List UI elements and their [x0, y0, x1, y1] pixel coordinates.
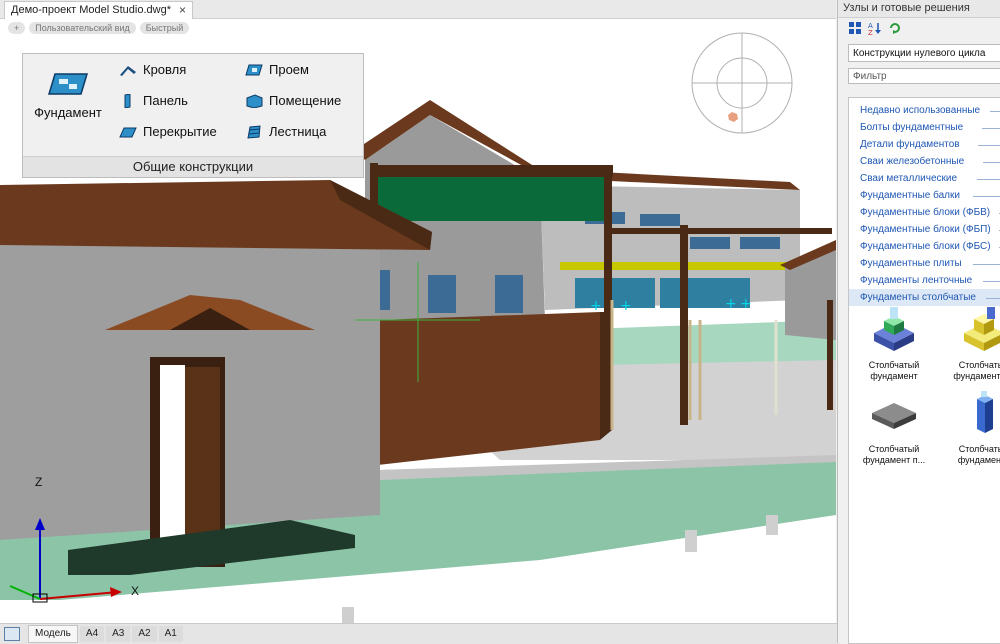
stair-button[interactable]: Лестница	[245, 124, 326, 139]
tab-a1[interactable]: A1	[158, 626, 183, 642]
solutions-panel: Узлы и готовые решения A Z Конструкции н…	[837, 0, 1000, 644]
solution-item-line2: фундамент	[870, 371, 918, 381]
solution-item-line2: фундамент_	[957, 455, 1000, 465]
category-list: Недавно использованные Болты фундаментны…	[848, 97, 1000, 644]
axis-label-z: Z	[35, 475, 43, 489]
foundation-button[interactable]: Фундамент	[27, 70, 109, 120]
solution-item-line1: Столбчатый	[958, 444, 1000, 454]
document-tab-title: Демо-проект Model Studio.dwg*	[11, 4, 171, 16]
column-foundation-icon	[874, 307, 914, 351]
solution-item[interactable]: Столбчатый фундамент Ос	[939, 305, 1000, 382]
solution-item-line2: фундамент Ос	[953, 371, 1000, 381]
category-anchor-bolts[interactable]: Болты фундаментные	[849, 119, 1000, 136]
tab-a4[interactable]: A4	[79, 626, 105, 642]
roof-button[interactable]: Кровля	[119, 62, 186, 77]
opening-button[interactable]: Проем	[245, 62, 309, 77]
ribbon-panel-body: Фундамент Кровля Проем Панель Помещение …	[23, 54, 363, 155]
ribbon-group-title: Общие конструкции	[23, 156, 363, 177]
foundation-icon	[47, 73, 89, 95]
category-metal-piles[interactable]: Сваи металлические	[849, 170, 1000, 187]
category-foundation-details[interactable]: Детали фундаментов	[849, 136, 1000, 153]
category-strip-foundations[interactable]: Фундаменты ленточные	[849, 272, 1000, 289]
filter-input[interactable]: Фильтр	[848, 68, 1000, 84]
solution-item[interactable]: Столбчатый фундамент_	[939, 389, 1000, 466]
category-column-foundations[interactable]: Фундаменты столбчатые	[849, 289, 1000, 306]
sort-az-icon[interactable]: A Z	[868, 21, 882, 35]
panel-label: Панель	[143, 93, 188, 108]
solution-item[interactable]: Столбчатый фундамент п...	[849, 389, 939, 466]
category-blocks-fbs[interactable]: Фундаментные блоки (ФБС)	[849, 238, 1000, 255]
document-tab[interactable]: Демо-проект Model Studio.dwg* ×	[4, 1, 193, 19]
panel-toolbar: A Z	[838, 18, 1000, 38]
svg-text:+: +	[725, 296, 737, 312]
tab-model[interactable]: Модель	[28, 625, 78, 643]
category-foundation-slabs[interactable]: Фундаментные плиты	[849, 255, 1000, 272]
foundation-label: Фундамент	[34, 105, 102, 120]
document-tab-strip: Демо-проект Model Studio.dwg* ×	[0, 0, 836, 19]
solution-item[interactable]: Столбчатый фундамент	[849, 305, 939, 382]
tab-a3[interactable]: A3	[106, 626, 131, 642]
visual-style-button[interactable]: Быстрый	[139, 22, 190, 34]
slab-label: Перекрытие	[143, 124, 217, 139]
room-icon	[246, 93, 263, 108]
opening-icon	[245, 64, 263, 75]
column-foundation-plate-icon	[872, 403, 916, 429]
svg-text:+: +	[740, 296, 752, 312]
viewport-controls: + Пользовательский вид Быстрый	[8, 22, 190, 34]
slab-button[interactable]: Перекрытие	[119, 124, 217, 139]
axis-label-x: X	[131, 584, 140, 598]
layouts-menu-icon[interactable]	[4, 627, 20, 641]
column-foundation-os-icon	[964, 307, 1000, 351]
column-foundation-tall-icon	[977, 391, 993, 433]
svg-text:+: +	[590, 298, 602, 314]
roof-icon	[120, 65, 136, 76]
solution-item-line1: Столбчатый	[868, 360, 920, 370]
stair-icon	[247, 124, 261, 139]
opening-label: Проем	[269, 62, 309, 77]
ucs-axis-icon	[9, 518, 122, 603]
category-select[interactable]: Конструкции нулевого цикла	[848, 44, 1000, 62]
solution-item-line2: фундамент п...	[862, 455, 926, 465]
category-concrete-piles[interactable]: Сваи железобетонные	[849, 153, 1000, 170]
panel-icon	[124, 93, 131, 108]
tab-a2[interactable]: A2	[132, 626, 157, 642]
slab-icon	[119, 127, 137, 137]
svg-text:Z: Z	[868, 29, 873, 35]
stair-label: Лестница	[269, 124, 327, 139]
refresh-icon[interactable]	[888, 21, 902, 35]
viewport-menu-button[interactable]: +	[8, 22, 26, 34]
category-recent[interactable]: Недавно использованные	[849, 102, 1000, 119]
category-foundation-beams[interactable]: Фундаментные балки	[849, 187, 1000, 204]
room-button[interactable]: Помещение	[245, 93, 341, 108]
room-label: Помещение	[269, 93, 342, 108]
ribbon-panel-general-constructions: Фундамент Кровля Проем Панель Помещение …	[22, 53, 364, 178]
svg-text:+: +	[620, 298, 632, 314]
view-grid-icon[interactable]	[848, 21, 862, 35]
category-blocks-fbv[interactable]: Фундаментные блоки (ФБВ)	[849, 204, 1000, 221]
panel-title: Узлы и готовые решения	[838, 0, 1000, 18]
panel-button[interactable]: Панель	[119, 93, 188, 108]
view-compass[interactable]	[690, 31, 794, 135]
solution-item-line1: Столбчатый	[958, 360, 1000, 370]
roof-label: Кровля	[143, 62, 187, 77]
close-icon[interactable]: ×	[179, 2, 186, 19]
solution-item-line1: Столбчатый	[868, 444, 920, 454]
view-mode-button[interactable]: Пользовательский вид	[29, 22, 136, 34]
layout-tab-strip: Модель A4 A3 A2 A1	[0, 623, 840, 644]
category-blocks-fbp[interactable]: Фундаментные блоки (ФБП)	[849, 221, 1000, 238]
